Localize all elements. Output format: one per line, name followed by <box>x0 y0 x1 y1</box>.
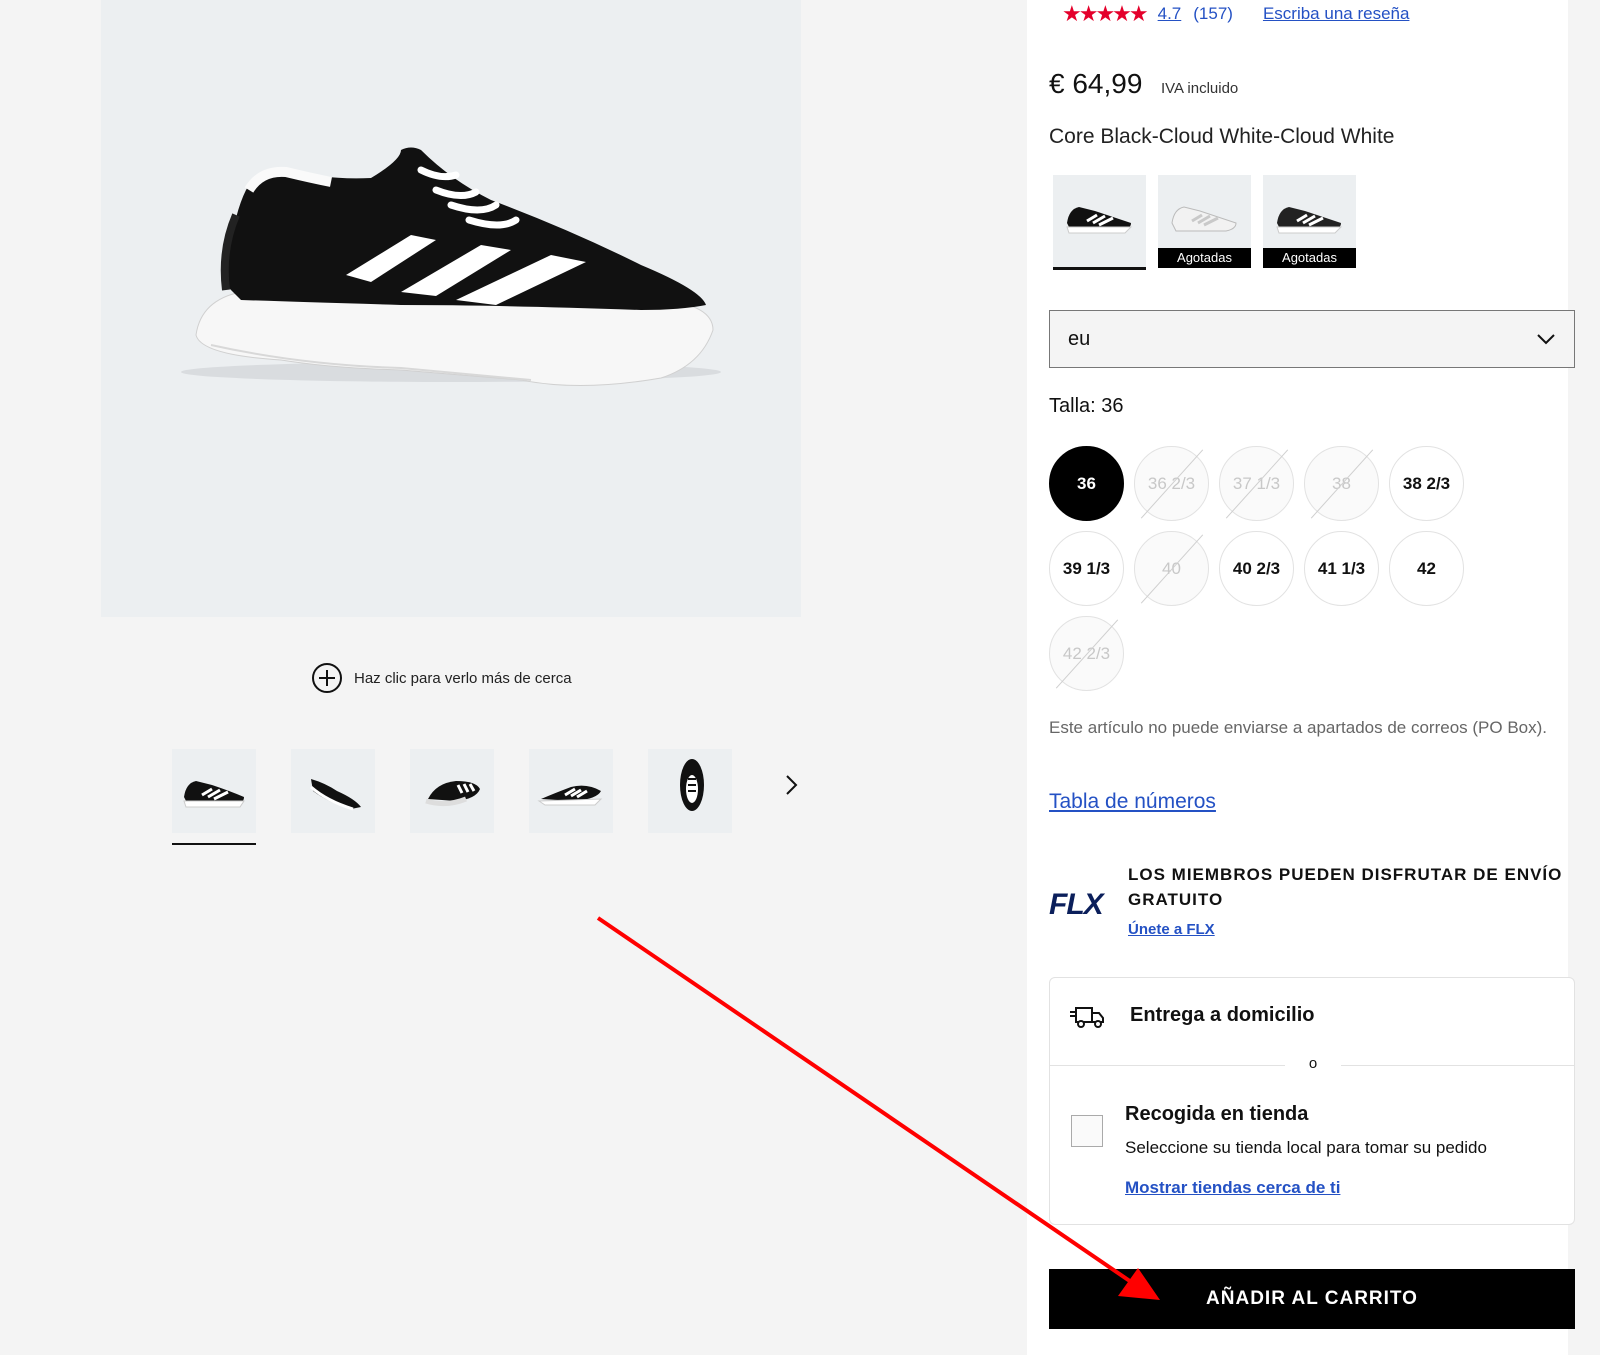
join-flx-link[interactable]: Únete a FLX <box>1128 921 1215 938</box>
shoe-image <box>181 147 721 386</box>
color-swatch-black-white[interactable]: Agotadas <box>1263 175 1356 268</box>
size-option[interactable]: 38 <box>1304 446 1379 521</box>
thumbnail-strip <box>172 749 732 845</box>
po-box-notice: Este artículo no puede enviarse a aparta… <box>1049 718 1547 737</box>
size-chart-link[interactable]: Tabla de números <box>1049 790 1216 814</box>
flx-title: LOS MIEMBROS PUEDEN DISFRUTAR DE ENVÍO G… <box>1128 865 1563 909</box>
size-option[interactable]: 37 1/3 <box>1219 446 1294 521</box>
size-system-value: eu <box>1068 327 1091 350</box>
store-pickup-title: Recogida en tienda <box>1125 1103 1309 1125</box>
thumbnail-3[interactable] <box>410 749 494 833</box>
store-pickup-description: Seleccione su tienda local para tomar su… <box>1125 1138 1487 1157</box>
chevron-right-icon[interactable] <box>778 772 804 798</box>
size-option[interactable]: 36 2/3 <box>1134 446 1209 521</box>
sold-out-badge: Agotadas <box>1158 248 1251 268</box>
shoe-swatch-icon <box>1066 207 1133 234</box>
zoom-hint[interactable]: Haz clic para verlo más de cerca <box>312 661 572 695</box>
zoom-hint-text: Haz clic para verlo más de cerca <box>354 669 572 687</box>
sold-out-badge: Agotadas <box>1263 248 1356 268</box>
size-option[interactable]: 40 2/3 <box>1219 531 1294 606</box>
star-rating-icon: ★★★★★ <box>1062 1 1149 26</box>
color-swatch-white[interactable]: Agotadas <box>1158 175 1251 268</box>
delivery-truck-icon <box>1070 1007 1104 1028</box>
size-option[interactable]: 36 <box>1049 446 1124 521</box>
rating-row: ★★★★★ 4.7 (157) Escriba una reseña <box>1062 0 1409 28</box>
or-separator: o <box>1285 1055 1341 1075</box>
zoom-plus-icon <box>312 663 342 693</box>
add-to-cart-button[interactable]: AÑADIR AL CARRITO <box>1049 1269 1575 1329</box>
product-price: € 64,99 <box>1049 68 1143 99</box>
size-option[interactable]: 42 2/3 <box>1049 616 1124 691</box>
rating-value-link[interactable]: 4.7 <box>1158 4 1182 24</box>
shoe-thumb-icon <box>183 781 245 808</box>
shoe-thumb-icon <box>680 759 704 811</box>
size-option[interactable]: 38 2/3 <box>1389 446 1464 521</box>
write-review-link[interactable]: Escriba una reseña <box>1263 4 1409 24</box>
color-swatch-black[interactable] <box>1053 175 1146 270</box>
shoe-swatch-icon <box>1171 206 1237 232</box>
size-option[interactable]: 41 1/3 <box>1304 531 1379 606</box>
shoe-swatch-icon <box>1276 207 1343 234</box>
size-option[interactable]: 39 1/3 <box>1049 531 1124 606</box>
thumbnail-2[interactable] <box>291 749 375 833</box>
size-option[interactable]: 40 <box>1134 531 1209 606</box>
store-pickup-checkbox[interactable] <box>1071 1115 1103 1147</box>
size-system-select[interactable]: eu <box>1049 310 1575 368</box>
chevron-down-icon <box>1537 334 1555 345</box>
thumbnail-1[interactable] <box>172 749 256 845</box>
review-count[interactable]: (157) <box>1193 4 1233 24</box>
shoe-thumb-icon <box>425 781 480 807</box>
shoe-thumb-icon <box>310 779 361 811</box>
flx-logo: FLX <box>1049 888 1104 921</box>
home-delivery-option[interactable]: Entrega a domicilio <box>1130 1004 1314 1027</box>
shoe-thumb-icon <box>537 785 603 806</box>
size-option[interactable]: 42 <box>1389 531 1464 606</box>
color-name: Core Black-Cloud White-Cloud White <box>1049 125 1395 148</box>
product-main-image[interactable] <box>101 0 801 617</box>
thumbnail-4[interactable] <box>529 749 613 833</box>
size-selector: 36 36 2/3 37 1/3 38 38 2/3 39 1/3 40 40 2/3 41 1… <box>1049 446 1529 691</box>
show-stores-link[interactable]: Mostrar tiendas cerca de ti <box>1125 1178 1340 1198</box>
color-swatches: Agotadas Agotadas <box>1053 175 1356 270</box>
selected-size-label: Talla: 36 <box>1049 395 1124 417</box>
vat-note: IVA incluido <box>1161 80 1239 97</box>
thumbnail-5[interactable] <box>648 749 732 833</box>
